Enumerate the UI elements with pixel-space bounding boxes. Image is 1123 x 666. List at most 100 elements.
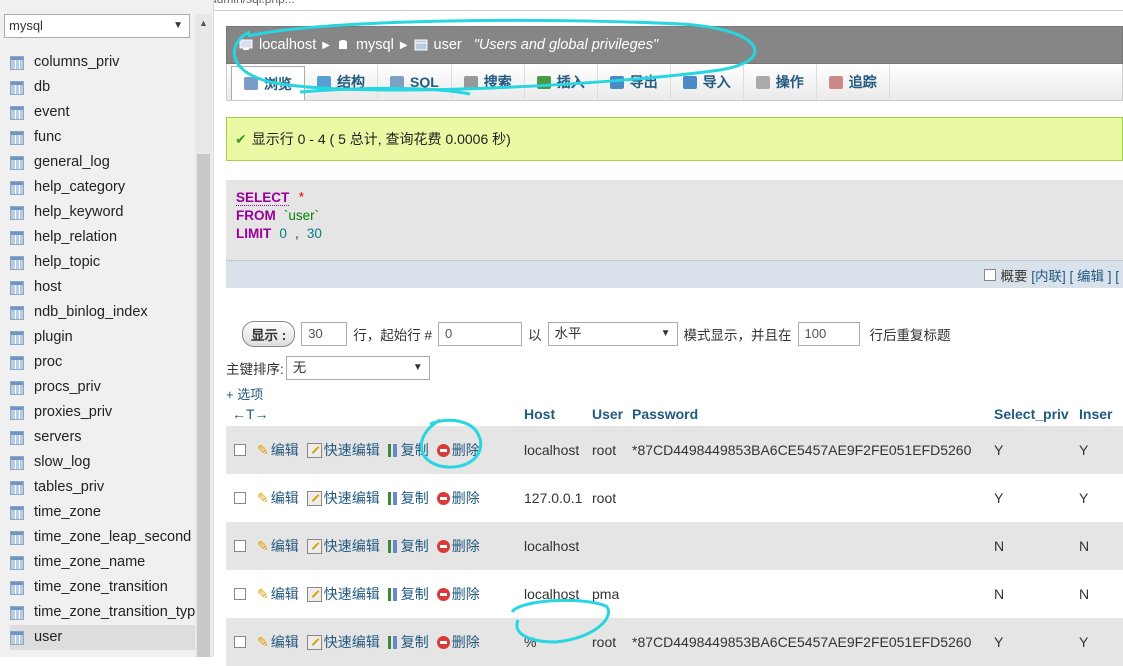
cell-host[interactable]: localhost	[524, 442, 592, 458]
tab-sql[interactable]: SQL	[378, 64, 452, 100]
scroll-up-icon[interactable]: ▲	[199, 18, 208, 28]
quick-edit-action[interactable]: 快速编辑	[306, 632, 380, 652]
table-list-item[interactable]: help_keyword	[10, 200, 196, 225]
column-header-select-priv[interactable]: Select_priv	[994, 406, 1079, 422]
table-list-item[interactable]: ndb_binlog_index	[10, 300, 196, 325]
edit-link[interactable]: [ 编辑 ] [	[1069, 265, 1119, 285]
cell-insert-priv[interactable]: N	[1079, 586, 1123, 602]
row-checkbox[interactable]	[234, 444, 246, 456]
table-list-item[interactable]: user	[10, 625, 196, 650]
table-list-item[interactable]: servers	[10, 425, 196, 450]
tab-insert[interactable]: 插入	[525, 64, 598, 100]
table-list-item[interactable]: time_zone_transition	[10, 575, 196, 600]
column-header-password[interactable]: Password	[632, 406, 994, 422]
table-list-item[interactable]: tables_priv	[10, 475, 196, 500]
table-list-item[interactable]: time_zone_transition_type	[10, 600, 196, 625]
database-select[interactable]: mysql ▼	[4, 14, 190, 38]
scrollbar-thumb[interactable]	[197, 154, 210, 657]
edit-action[interactable]: ✎ 编辑	[257, 488, 299, 508]
table-list-item[interactable]: plugin	[10, 325, 196, 350]
rows-input[interactable]: 30	[301, 322, 348, 346]
breadcrumb-database[interactable]: mysql	[336, 37, 394, 53]
table-list-item[interactable]: help_category	[10, 175, 196, 200]
delete-action[interactable]: 删除	[436, 584, 480, 604]
quick-edit-action[interactable]: 快速编辑	[306, 440, 380, 460]
cell-select-priv[interactable]: Y	[994, 634, 1079, 650]
copy-action[interactable]: 复制	[387, 632, 429, 652]
column-header-user[interactable]: User	[592, 406, 632, 422]
quick-edit-action[interactable]: 快速编辑	[306, 488, 380, 508]
repeat-headers-input[interactable]: 100	[797, 322, 860, 346]
edit-action[interactable]: ✎ 编辑	[257, 440, 299, 460]
tab-search[interactable]: 搜索	[452, 64, 525, 100]
table-list-item[interactable]: slow_log	[10, 450, 196, 475]
table-list-item[interactable]: procs_priv	[10, 375, 196, 400]
edit-action[interactable]: ✎ 编辑	[257, 536, 299, 556]
table-list-item[interactable]: help_relation	[10, 225, 196, 250]
sql-select-keyword[interactable]: SELECT	[236, 190, 290, 206]
copy-action[interactable]: 复制	[387, 584, 429, 604]
cell-user[interactable]: root	[592, 634, 632, 650]
table-list-item[interactable]: columns_priv	[10, 50, 196, 75]
sort-select[interactable]: 无 ▼	[285, 356, 430, 380]
cell-select-priv[interactable]: Y	[994, 442, 1079, 458]
tab-browse[interactable]: 浏览	[231, 66, 305, 100]
cell-host[interactable]: localhost	[524, 586, 592, 602]
table-list-item[interactable]: general_log	[10, 150, 196, 175]
cell-password[interactable]: *87CD4498449853BA6CE5457AE9F2FE051EFD526…	[632, 634, 994, 650]
cell-host[interactable]: %	[524, 634, 592, 650]
tab-import[interactable]: 导入	[671, 64, 744, 100]
copy-action[interactable]: 复制	[387, 488, 429, 508]
cell-password[interactable]: *87CD4498449853BA6CE5457AE9F2FE051EFD526…	[632, 442, 994, 458]
copy-action[interactable]: 复制	[387, 440, 429, 460]
row-checkbox[interactable]	[234, 636, 246, 648]
inline-link[interactable]: [内联]	[1031, 265, 1066, 285]
breadcrumb-server[interactable]: localhost	[239, 37, 316, 53]
profiling-checkbox[interactable]	[984, 268, 997, 281]
table-list-item[interactable]: time_zone_name	[10, 550, 196, 575]
cell-select-priv[interactable]: N	[994, 538, 1079, 554]
table-list-item[interactable]: event	[10, 100, 196, 125]
quick-edit-action[interactable]: 快速编辑	[306, 584, 380, 604]
table-list-item[interactable]: host	[10, 275, 196, 300]
tab-tracking[interactable]: 追踪	[817, 64, 890, 100]
cell-host[interactable]: localhost	[524, 538, 592, 554]
row-checkbox[interactable]	[234, 540, 246, 552]
cell-insert-priv[interactable]: Y	[1079, 442, 1123, 458]
tab-export[interactable]: 导出	[598, 64, 671, 100]
table-list-item[interactable]: proxies_priv	[10, 400, 196, 425]
row-checkbox[interactable]	[234, 588, 246, 600]
table-list-item[interactable]: db	[10, 75, 196, 100]
tab-structure[interactable]: 结构	[305, 64, 378, 100]
copy-action[interactable]: 复制	[387, 536, 429, 556]
edit-action[interactable]: ✎ 编辑	[257, 584, 299, 604]
table-list-item[interactable]: time_zone	[10, 500, 196, 525]
delete-action[interactable]: 删除	[436, 440, 480, 460]
table-list-item[interactable]: help_topic	[10, 250, 196, 275]
column-arrows[interactable]: ←T→	[226, 406, 524, 422]
start-row-input[interactable]: 0	[438, 322, 523, 346]
table-list-item[interactable]: time_zone_leap_second	[10, 525, 196, 550]
display-mode-select[interactable]: 水平 ▼	[547, 322, 678, 346]
delete-action[interactable]: 删除	[436, 536, 480, 556]
cell-select-priv[interactable]: Y	[994, 490, 1079, 506]
cell-user[interactable]: root	[592, 490, 632, 506]
cell-select-priv[interactable]: N	[994, 586, 1079, 602]
delete-action[interactable]: 删除	[436, 488, 480, 508]
delete-action[interactable]: 删除	[436, 632, 480, 652]
column-header-insert-priv[interactable]: Inser	[1079, 406, 1123, 422]
table-list-item[interactable]: func	[10, 125, 196, 150]
cell-insert-priv[interactable]: Y	[1079, 490, 1123, 506]
quick-edit-action[interactable]: 快速编辑	[306, 536, 380, 556]
cell-insert-priv[interactable]: Y	[1079, 634, 1123, 650]
nav-scrollbar[interactable]: ▲	[195, 14, 212, 657]
cell-host[interactable]: 127.0.0.1	[524, 490, 592, 506]
breadcrumb-table[interactable]: user "Users and global privileges"	[414, 37, 658, 53]
row-checkbox[interactable]	[234, 492, 246, 504]
cell-insert-priv[interactable]: N	[1079, 538, 1123, 554]
cell-user[interactable]: root	[592, 442, 632, 458]
show-button[interactable]: 显示 :	[242, 321, 296, 347]
edit-action[interactable]: ✎ 编辑	[257, 632, 299, 652]
cell-user[interactable]: pma	[592, 586, 632, 602]
tab-operations[interactable]: 操作	[744, 64, 817, 100]
